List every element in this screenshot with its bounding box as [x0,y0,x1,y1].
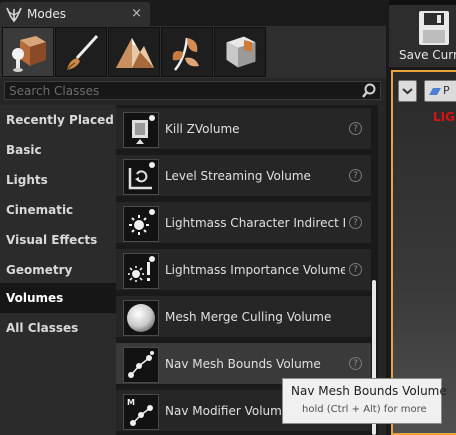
tooltip-title: Nav Mesh Bounds Volume [291,384,447,398]
list-item[interactable]: Lightmass Character Indirect Detail Volu… [116,202,372,246]
category-label: Basic [6,143,42,157]
category-recently-placed[interactable]: Recently Placed [0,105,116,135]
category-label: Volumes [6,291,64,305]
list-item[interactable]: Mesh Merge Culling Volume [116,296,372,340]
viewport-options-dropdown[interactable] [398,80,417,102]
list-item-label: Nav Mesh Bounds Volume [165,357,321,371]
tab-modes[interactable]: Modes × [0,2,150,26]
category-label: Geometry [6,263,73,277]
mode-toolbar [0,26,386,78]
save-current-button[interactable]: Save Current [393,7,456,65]
paint-mode-button[interactable] [55,27,107,77]
lighting-warning: LIGHTING NEEDS TO BE REBUILT [433,110,456,124]
geometry-edit-icon [225,35,257,69]
close-icon[interactable]: × [131,6,142,21]
tooltip-hint: hold (Ctrl + Alt) for more [302,404,427,415]
category-all-classes[interactable]: All Classes [0,313,116,343]
tab-title: Modes [27,7,66,21]
category-lights[interactable]: Lights [0,165,116,195]
place-mode-button[interactable] [2,27,54,77]
landscape-mode-button[interactable] [108,27,160,77]
save-icon [419,11,449,45]
main-toolbar: Save Current [389,5,456,67]
category-geometry[interactable]: Geometry [0,255,116,285]
lightmass-importance-icon [123,253,159,289]
list-item[interactable]: Kill ZVolume ? [116,108,372,152]
chevron-down-icon [402,88,413,95]
tab-bar: Modes × [0,0,386,26]
svg-text:M: M [127,398,135,407]
search-icon[interactable] [360,82,378,99]
help-icon[interactable]: ? [349,122,362,135]
geometry-mode-button[interactable] [214,27,266,77]
search-box [4,81,381,100]
perspective-icon [429,88,441,95]
list-item-label: Level Streaming Volume [165,169,311,183]
modes-panel: Modes × Search Classes Recently Placed B… [0,0,386,435]
category-volumes[interactable]: Volumes [0,283,116,313]
help-icon[interactable]: ? [349,263,362,276]
list-item-label: Mesh Merge Culling Volume [165,310,332,324]
help-icon[interactable]: ? [349,216,362,229]
foliage-icon [172,37,199,71]
mountain-icon [116,38,154,68]
lightmass-character-icon [123,206,159,242]
help-icon[interactable]: ? [349,357,362,370]
nav-modifier-icon: M [123,394,159,430]
tooltip: Nav Mesh Bounds Volume hold (Ctrl + Alt)… [282,378,447,424]
level-viewport: Save Current P LIGHTING NEEDS TO BE REBU… [389,0,456,435]
paintbrush-icon [66,34,99,71]
category-label: Lights [6,173,48,187]
save-current-label: Save Current [399,48,456,62]
list-item[interactable]: Lightmass Importance Volume ? [116,249,372,293]
modes-icon [4,4,24,24]
category-label: Visual Effects [6,233,98,247]
search-input[interactable] [5,82,354,99]
category-label: Cinematic [6,203,74,217]
category-visual-effects[interactable]: Visual Effects [0,225,116,255]
category-label: Recently Placed [6,113,114,127]
nav-mesh-icon [123,347,159,383]
category-label: All Classes [6,321,79,335]
list-item-label: Lightmass Importance Volume [165,263,345,277]
level-streaming-icon [123,159,159,195]
list-item[interactable]: Level Streaming Volume ? [116,155,372,199]
category-cinematic[interactable]: Cinematic [0,195,116,225]
viewport-mode-label: P [443,84,450,97]
help-icon[interactable]: ? [349,169,362,182]
sphere-icon [123,300,159,336]
foliage-mode-button[interactable] [161,27,213,77]
category-list: Recently Placed Basic Lights Cinematic V… [0,105,116,435]
list-item-label: Kill ZVolume [165,122,240,136]
kill-zvolume-icon [123,112,159,148]
category-basic[interactable]: Basic [0,135,116,165]
place-mode-icon [12,36,46,72]
list-item-label: Lightmass Character Indirect Detail Volu… [165,216,345,230]
viewport-perspective-button[interactable]: P [424,80,456,102]
